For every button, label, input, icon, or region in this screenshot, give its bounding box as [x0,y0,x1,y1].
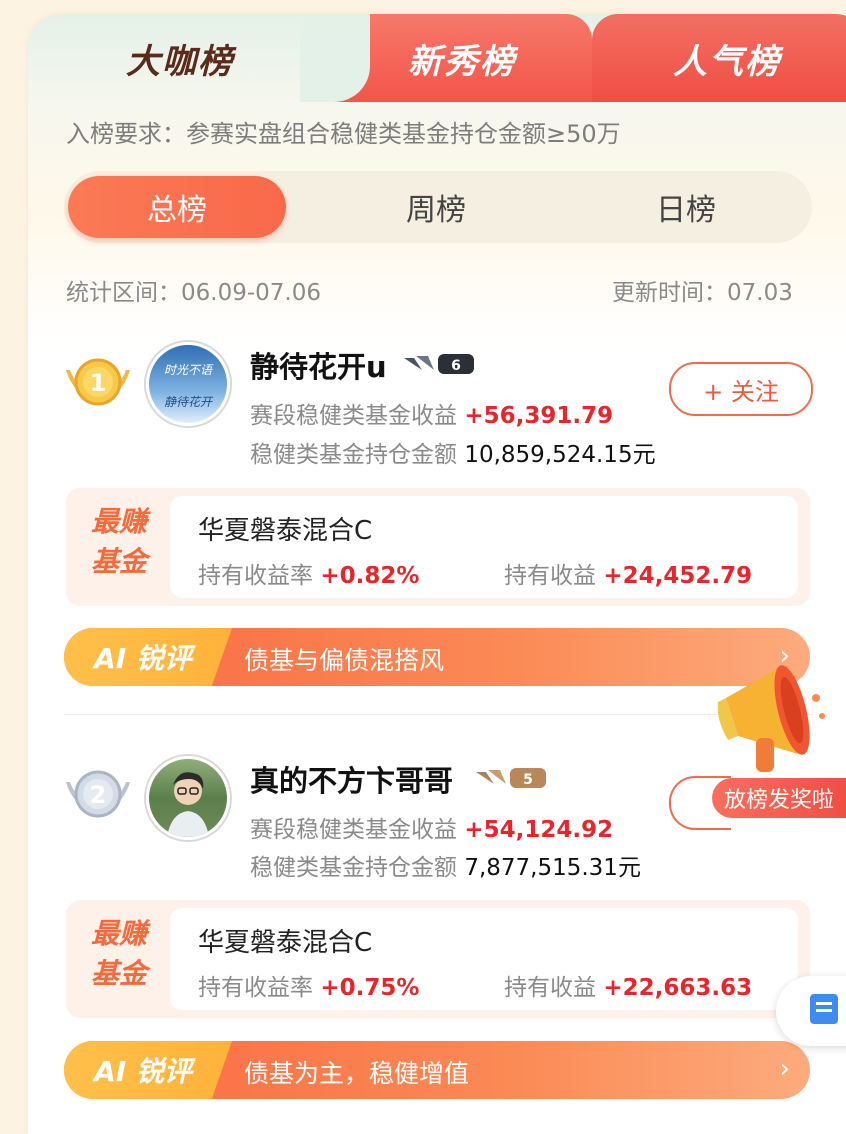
top-fund-tag-line1: 最赚 [90,505,147,538]
level-badge-icon: 6 [404,352,476,380]
top-fund-card[interactable]: 最赚 基金 华夏磐泰混合C 持有收益率 +0.75% 持有收益 +22,663.… [66,900,810,1018]
rank-number: 1 [90,369,107,397]
hold-rate-value: +0.82% [320,563,420,589]
top-fund-detail: 华夏磐泰混合C 持有收益率 +0.82% 持有收益 +24,452.79 [170,496,798,598]
level-number: 5 [523,772,533,788]
fund-name: 华夏磐泰混合C [198,516,373,546]
chevron-right-icon: › [779,1054,790,1084]
hold-profit-value: +24,452.79 [603,563,753,589]
level-number: 6 [451,358,461,374]
stage-gain-value: +54,124.92 [464,817,614,843]
silver-medal-icon: 2 [62,762,134,830]
stage-gain-value: +56,391.79 [464,403,614,429]
holding-value: 10,859,524.15元 [464,442,656,468]
ai-review-bar[interactable]: AI 锐评 债基与偏债混搭风 › [64,628,810,686]
user-name[interactable]: 真的不方卞哥哥 [250,758,453,800]
megaphone-icon[interactable] [712,658,832,792]
user-name[interactable]: 静待花开u [250,344,387,386]
top-fund-detail: 华夏磐泰混合C 持有收益率 +0.75% 持有收益 +22,663.63 [170,908,798,1010]
period-tab-week[interactable]: 周榜 [326,176,546,238]
stage-gain-label: 赛段稳健类基金收益 [250,817,457,843]
holding-row: 稳健类基金持仓金额 10,859,524.15元 [250,435,656,469]
top-fund-tag-line2: 基金 [90,545,147,578]
holding-row: 稳健类基金持仓金额 7,877,515.31元 [250,848,641,882]
holding-value: 7,877,515.31元 [464,855,641,881]
rank-number: 2 [90,781,107,809]
top-fund-card[interactable]: 最赚 基金 华夏磐泰混合C 持有收益率 +0.82% 持有收益 +24,452.… [66,488,810,606]
hold-profit-label: 持有收益 [504,563,596,589]
stat-range: 统计区间：06.09-07.06 [66,280,321,306]
fund-name: 华夏磐泰混合C [198,928,373,958]
entry-requirement: 入榜要求：参赛实盘组合稳健类基金持仓金额≥50万 [66,120,621,148]
top-fund-tag-line1: 最赚 [90,917,147,950]
tab-rookie[interactable]: 新秀榜 [332,14,592,102]
period-segment: 总榜 周榜 日榜 [64,171,812,243]
stage-gain-row: 赛段稳健类基金收益 +54,124.92 [250,810,613,844]
ai-review-text: 债基与偏债混搭风 [244,646,445,675]
hold-profit-value: +22,663.63 [603,975,753,1001]
top-fund-tag: 最赚 基金 [84,502,154,582]
hold-profit-row: 持有收益 +22,663.63 [504,968,752,1002]
period-tab-total[interactable]: 总榜 [68,176,286,238]
hold-profit-row: 持有收益 +24,452.79 [504,556,752,590]
level-badge-icon: 5 [476,766,548,794]
tab-rookie-label: 新秀榜 [408,41,516,82]
promo-award-banner[interactable]: 放榜发奖啦 [712,778,846,818]
ai-review-tag: AI 锐评 [64,1041,232,1099]
document-icon [810,994,838,1024]
hold-rate-row: 持有收益率 +0.75% [198,968,419,1002]
gold-medal-icon: 1 [62,350,134,418]
ai-review-text: 债基为主，稳健增值 [244,1059,470,1088]
stage-gain-label: 赛段稳健类基金收益 [250,403,457,429]
avatar-text-top: 时光不语 [163,363,212,377]
person-icon [167,772,209,837]
entry-divider [64,714,812,715]
hold-rate-label: 持有收益率 [198,563,313,589]
top-fund-tag: 最赚 基金 [84,914,154,994]
hold-rate-value: +0.75% [320,975,420,1001]
ai-review-tag: AI 锐评 [64,628,232,686]
tab-expert-label: 大咖榜 [126,41,234,82]
update-time: 更新时间：07.03 [612,280,793,306]
ai-review-bar[interactable]: AI 锐评 债基为主，稳健增值 › [64,1041,810,1099]
tab-popular[interactable]: 人气榜 [592,14,846,102]
top-fund-tag-line2: 基金 [90,957,147,990]
avatar-text-bottom: 静待花开 [163,395,212,409]
period-tab-day[interactable]: 日榜 [576,176,796,238]
avatar[interactable] [146,756,230,840]
avatar[interactable]: 时光不语 静待花开 [146,342,230,426]
tab-expert[interactable]: 大咖榜 [28,14,332,102]
stage-gain-row: 赛段稳健类基金收益 +56,391.79 [250,396,613,430]
hold-rate-row: 持有收益率 +0.82% [198,556,419,590]
hold-profit-label: 持有收益 [504,975,596,1001]
tab-popular-label: 人气榜 [673,41,781,82]
holding-label: 稳健类基金持仓金额 [250,855,457,881]
hold-rate-label: 持有收益率 [198,975,313,1001]
follow-button[interactable]: + 关注 [669,362,813,416]
floating-side-button[interactable] [776,976,846,1046]
holding-label: 稳健类基金持仓金额 [250,442,457,468]
